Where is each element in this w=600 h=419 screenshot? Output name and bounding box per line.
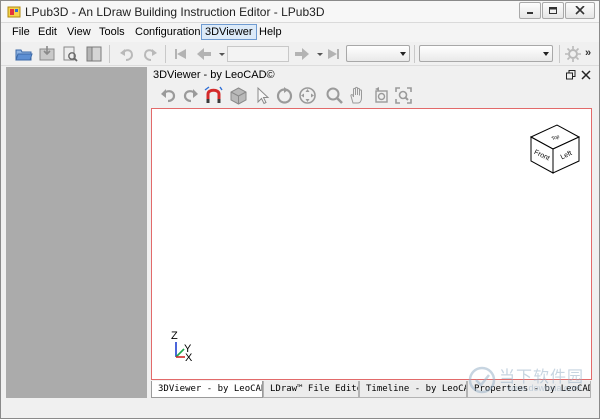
lpub3d-app-icon [7,6,21,18]
menu-3dviewer[interactable]: 3DViewer [201,24,257,40]
undo-icon[interactable] [159,86,178,105]
minimize-button[interactable] [519,2,541,19]
toolbar-overflow-button[interactable]: » [585,47,591,59]
open-file-icon[interactable] [15,45,33,63]
view-cube[interactable]: Top Front Left [527,119,583,175]
title-bar: LPub3D - An LDraw Building Instruction E… [1,1,599,23]
pan-hand-icon[interactable] [348,86,367,105]
submodel-combobox[interactable] [419,45,553,62]
menu-edit[interactable]: Edit [35,25,60,41]
select-arrow-icon[interactable] [253,86,272,105]
axis-x-label: X [185,352,193,363]
next-page-icon[interactable] [293,45,311,63]
page-number-input[interactable] [227,46,289,62]
3dviewer-dock-titlebar: 3DViewer - by LeoCAD© [149,67,597,83]
undo-icon[interactable] [118,45,136,63]
menu-tools[interactable]: Tools [96,25,128,41]
toolbar-separator [414,45,415,63]
3d-viewport[interactable]: Top Front Left Z Y X [151,108,592,380]
previous-page-icon[interactable] [195,45,213,63]
dock-title: 3DViewer - by LeoCAD© [153,69,275,81]
rotate-icon[interactable] [275,86,294,105]
dock-close-icon[interactable] [581,70,591,80]
redo-icon[interactable] [181,86,200,105]
toolbar-separator [109,45,110,63]
close-icon [575,6,585,15]
main-toolbar: » [1,42,599,66]
watermark: 当下软件园 www.downxia.com [463,361,593,401]
app-window: LPub3D - An LDraw Building Instruction E… [0,0,600,419]
snap-magnet-icon[interactable] [204,86,223,105]
tab-3dviewer[interactable]: 3DViewer - by LeoCAD© [151,381,263,398]
chevron-down-icon [543,52,549,56]
watermark-logo-icon [468,366,496,394]
tab-ldraw-file-editor[interactable]: LDraw™ File Editor [263,381,359,398]
toolbar-separator [559,45,560,63]
toolbar-separator [165,45,166,63]
close-button[interactable] [565,2,595,19]
redo-icon[interactable] [141,45,159,63]
rotate-view-icon[interactable] [372,86,391,105]
menu-view[interactable]: View [64,25,94,41]
minimize-icon [527,12,533,14]
3dviewer-toolbar [149,84,597,107]
zoom-extents-icon[interactable] [394,86,413,105]
last-page-icon[interactable] [324,45,342,63]
insert-piece-icon[interactable] [229,86,248,105]
menu-help[interactable]: Help [256,25,285,41]
axis-orientation-widget: Z Y X [171,330,193,363]
maximize-button[interactable] [542,2,564,19]
float-window-icon[interactable] [566,70,576,80]
menu-configuration[interactable]: Configuration [132,25,203,41]
print-preview-icon[interactable] [61,45,79,63]
scene-combobox[interactable] [346,45,410,62]
first-page-icon[interactable] [172,45,190,63]
maximize-icon [549,7,557,14]
menu-file[interactable]: File [9,25,33,41]
zoom-icon[interactable] [325,86,344,105]
tab-timeline[interactable]: Timeline - by LeoCAD© [359,381,467,398]
axis-z-label: Z [171,330,178,342]
status-bar [1,400,599,418]
window-title: LPub3D - An LDraw Building Instruction E… [25,5,325,19]
menu-bar: File Edit View Tools Configuration 3DVie… [1,23,599,42]
watermark-url: www.downxia.com [507,383,582,393]
chevron-down-icon [400,52,406,56]
move-icon[interactable] [298,86,317,105]
export-icon[interactable] [85,45,103,63]
workspace-panel [6,67,147,398]
save-file-icon[interactable] [38,45,56,63]
settings-icon[interactable] [564,45,582,63]
